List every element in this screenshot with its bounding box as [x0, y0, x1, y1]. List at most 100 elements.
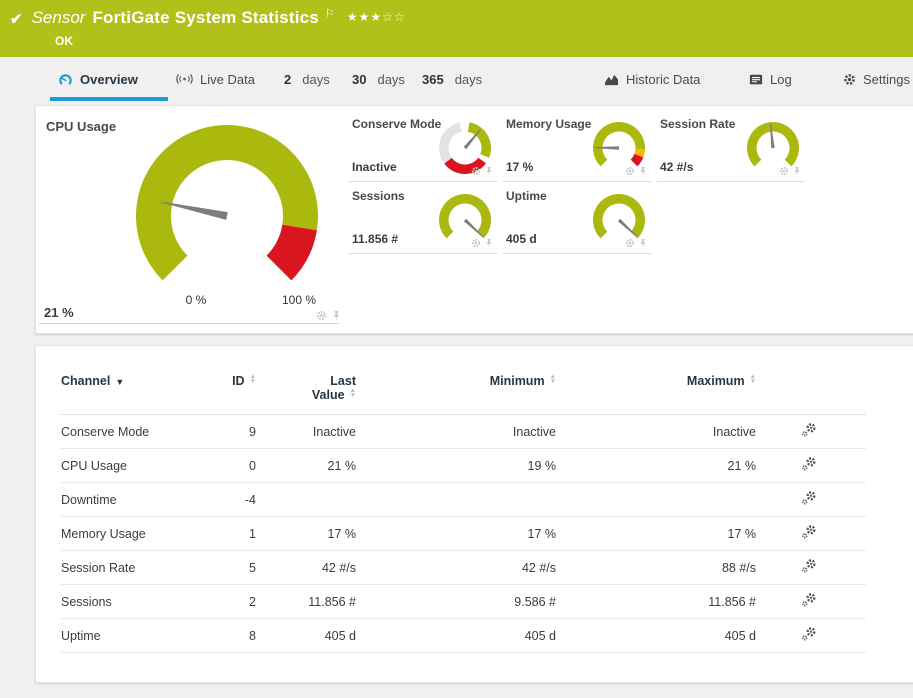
column-header-lastvalue[interactable]: Last Value ▲ ▼	[256, 366, 356, 415]
table-row-uptime: Uptime 8 405 d 405 d 405 d	[61, 618, 866, 653]
gear-icon[interactable]	[625, 238, 635, 248]
channel-value: 17 %	[727, 526, 757, 541]
channel-value	[356, 483, 556, 517]
channel-value: Inactive	[512, 424, 556, 439]
pin-icon[interactable]	[485, 238, 493, 248]
channel-name: CPU Usage	[61, 458, 127, 473]
edit-channel-icon[interactable]	[801, 422, 817, 438]
tab-log[interactable]: Log	[749, 62, 792, 96]
channel-value: 2	[249, 594, 256, 609]
priority-flag-icon[interactable]: ⚐	[325, 7, 335, 20]
channel-value: 21 %	[327, 458, 357, 473]
tab-overview[interactable]: Overview	[50, 62, 168, 101]
pin-icon[interactable]	[332, 310, 341, 321]
panel-value: 21 %	[44, 305, 74, 320]
column-header-channel[interactable]: Channel ▼	[61, 366, 226, 415]
table-row-sessions: Sessions 2 11.856 # 9.586 # 11.856 #	[61, 584, 866, 619]
column-header-minimum[interactable]: Minimum ▲ ▼	[356, 366, 556, 415]
tab-label: Live Data	[200, 71, 255, 87]
column-header-id[interactable]: ID ▲ ▼	[226, 366, 256, 415]
cpu-usage-gauge	[127, 116, 327, 316]
chart-icon	[604, 73, 619, 86]
channel-value: 5	[249, 560, 256, 575]
channel-name: Sessions	[61, 594, 112, 609]
channel-name: Session Rate	[61, 560, 136, 575]
channel-value	[556, 483, 756, 517]
panel-title: CPU Usage	[46, 119, 117, 134]
channel-value	[256, 483, 356, 517]
sort-icon: ▲ ▼	[749, 373, 756, 385]
edit-channel-icon[interactable]	[801, 592, 817, 608]
panel-title: Session Rate	[660, 117, 736, 131]
edit-channel-icon[interactable]	[801, 524, 817, 540]
table-header-row: Channel ▼ ID ▲ ▼ Last Value ▲ ▼ Minimum ▲ ▼ Maximum ▲…	[61, 366, 866, 415]
panel-value: 17 %	[506, 160, 534, 174]
channel-value: 17 %	[527, 526, 557, 541]
gauge-icon	[58, 72, 73, 87]
tab-bar: Overview Live Data 2 days 30 days 365 days …	[0, 57, 913, 101]
gear-icon[interactable]	[625, 166, 635, 176]
object-kind-label: Sensor	[31, 8, 86, 27]
channel-value: 8	[249, 628, 256, 643]
panel-value: Inactive	[352, 160, 397, 174]
sort-icon: ▲ ▼	[249, 373, 256, 385]
sensor-title: FortiGate System Statistics	[92, 8, 319, 27]
tab-2-days[interactable]: 2 days	[284, 62, 330, 96]
edit-channel-icon[interactable]	[801, 490, 817, 506]
gear-icon[interactable]	[471, 238, 481, 248]
tab-365-days[interactable]: 365 days	[422, 62, 482, 96]
channel-value: 21 %	[727, 458, 757, 473]
channel-name: Uptime	[61, 628, 101, 643]
tab-label: Log	[770, 71, 792, 87]
table-row-conserve-mode: Conserve Mode 9 Inactive Inactive Inactive	[61, 414, 866, 449]
panel-session-rate: Session Rate 42 #/s	[657, 110, 805, 182]
gear-icon[interactable]	[316, 310, 327, 321]
column-header-actions	[756, 366, 866, 415]
pin-icon[interactable]	[793, 166, 801, 176]
tab-historic-data[interactable]: Historic Data	[604, 62, 700, 96]
pin-icon[interactable]	[639, 238, 647, 248]
channel-value: Inactive	[312, 424, 356, 439]
sort-icon: ▲ ▼	[349, 387, 356, 399]
channel-value: -4	[244, 492, 256, 507]
edit-channel-icon[interactable]	[801, 626, 817, 642]
table-row-session-rate: Session Rate 5 42 #/s 42 #/s 88 #/s	[61, 550, 866, 585]
channel-value: 11.856 #	[708, 594, 756, 609]
panel-value: 11.856 #	[352, 232, 399, 246]
column-header-maximum[interactable]: Maximum ▲ ▼	[556, 366, 756, 415]
channel-name: Downtime	[61, 492, 117, 507]
panel-memory-usage: Memory Usage 17 %	[503, 110, 651, 182]
pin-icon[interactable]	[485, 166, 493, 176]
sensor-status-header: ✔ Sensor FortiGate System Statistics ⚐ ★…	[0, 0, 913, 57]
channel-value: 9.586 #	[514, 594, 556, 609]
gear-icon[interactable]	[471, 166, 481, 176]
table-row-memory-usage: Memory Usage 1 17 % 17 % 17 %	[61, 516, 866, 551]
gauges-card: CPU Usage 0 % 100 % 21 % Conserve Mode In…	[35, 105, 913, 334]
tab-settings[interactable]: Settings	[843, 62, 910, 96]
tab-label: Overview	[80, 71, 138, 87]
channel-value: 9	[249, 424, 256, 439]
edit-channel-icon[interactable]	[801, 456, 817, 472]
channel-name: Memory Usage	[61, 526, 146, 541]
gear-icon[interactable]	[779, 166, 789, 176]
pin-icon[interactable]	[639, 166, 647, 176]
status-badge: OK	[55, 34, 73, 48]
channel-value: 1	[249, 526, 256, 541]
channels-card: Channel ▼ ID ▲ ▼ Last Value ▲ ▼ Minimum ▲ ▼ Maximum ▲…	[35, 345, 913, 683]
tab-live-data[interactable]: Live Data	[176, 62, 255, 96]
table-row-downtime: Downtime -4	[61, 482, 866, 517]
panel-divider	[39, 323, 339, 324]
gauge-min-label: 0 %	[185, 293, 207, 307]
channel-value: 17 %	[327, 526, 357, 541]
panel-title: Sessions	[352, 189, 405, 203]
channel-value: 405 d	[524, 628, 556, 643]
status-check-icon: ✔	[10, 11, 23, 28]
tab-30-days[interactable]: 30 days	[352, 62, 405, 96]
panel-sessions: Sessions 11.856 #	[349, 182, 497, 254]
priority-stars[interactable]: ★★★☆☆	[347, 10, 406, 24]
panel-title: Conserve Mode	[352, 117, 442, 131]
edit-channel-icon[interactable]	[801, 558, 817, 574]
gear-icon	[843, 73, 856, 86]
tab-label: Settings	[863, 71, 910, 87]
broadcast-icon	[176, 72, 193, 86]
